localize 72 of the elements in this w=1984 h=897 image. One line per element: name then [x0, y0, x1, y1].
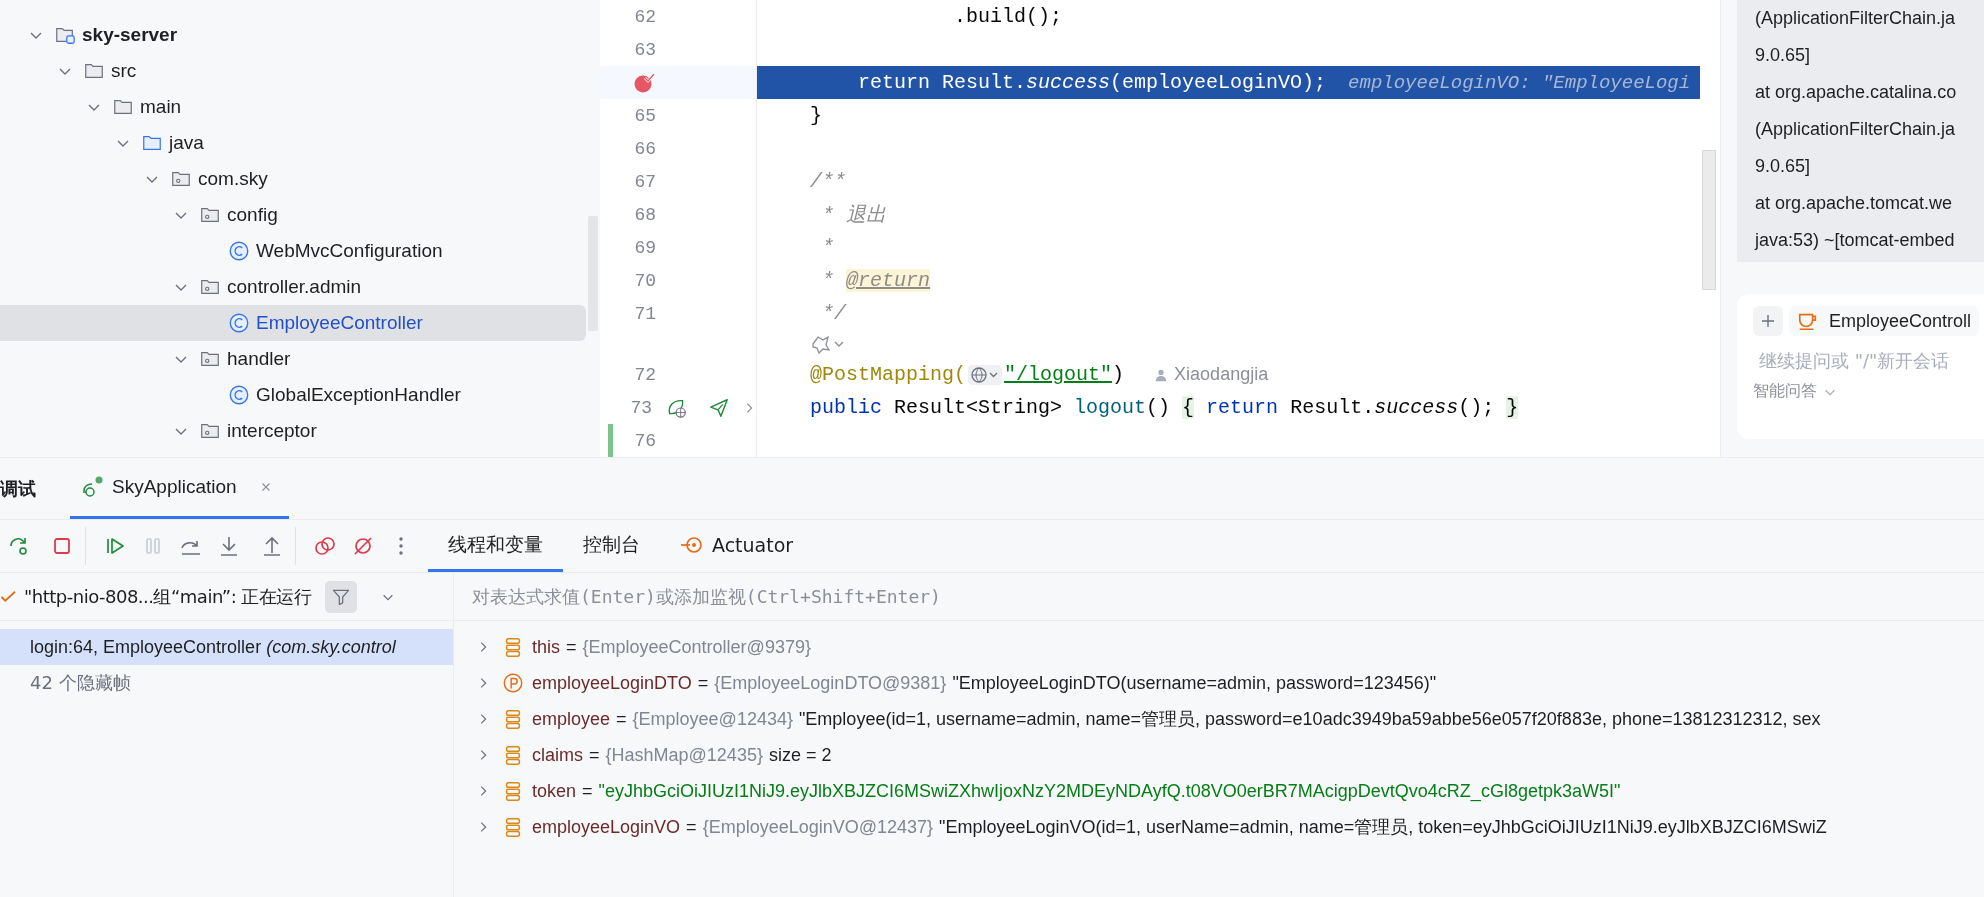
variable-entry[interactable]: claims = {HashMap@12435} size = 2	[532, 744, 832, 766]
variable-entry[interactable]: employee = {Employee@12434} "Employee(id=1, username=admin, name=管理员, password=e10adc3949ba59abbe56e057f20f883e, phone=13812312312, sex	[532, 707, 1821, 731]
line-number: 71	[634, 303, 656, 324]
variable-entry[interactable]: this = {EmployeeController@9379}	[532, 636, 817, 658]
class-icon	[228, 312, 250, 334]
url-inlay-icon[interactable]	[968, 363, 1003, 386]
console-line: (ApplicationFilterChain.ja	[1755, 7, 1957, 30]
line-number: 69	[634, 237, 656, 258]
line-number: 62	[634, 6, 656, 27]
tree-item[interactable]: WebMvcConfiguration	[0, 233, 586, 269]
tree-item[interactable]: handler	[0, 341, 586, 377]
class-icon	[228, 384, 250, 406]
console-line: at org.apache.tomcat.we	[1755, 192, 1954, 215]
thread-selector[interactable]: "http-nio-808...组“main”: 正在运行	[24, 584, 312, 609]
tree-item[interactable]: controller.admin	[0, 269, 586, 305]
line-number: 70	[634, 270, 656, 291]
view-tab[interactable]: Actuator	[660, 520, 814, 572]
person-icon	[1154, 367, 1169, 382]
variable-entry[interactable]: employeeLoginVO = {EmployeeLoginVO@12437} "EmployeeLoginVO(id=1, userName=admin, name=管理员, token=eyJhbGciOiJIUzI1NiJ9.eyJlbXBJZCI6MSwiZ	[532, 815, 1827, 839]
question-input-field[interactable]: 继续提问或 "/"新开会话	[1753, 350, 1984, 371]
code-line: return Result.success(employeeLoginVO);	[857, 71, 1327, 94]
tree-item[interactable]: config	[0, 197, 586, 233]
more-icon	[399, 537, 403, 555]
tree-item[interactable]: src	[0, 53, 586, 89]
tree-item[interactable]: interceptor	[0, 413, 586, 449]
line-number: 68	[634, 204, 656, 225]
code-line: "/logout")	[1004, 363, 1125, 386]
class-icon	[228, 240, 250, 262]
app-run-icon	[80, 475, 104, 499]
line-number: 63	[634, 39, 656, 60]
code-line: public Result<String> logout() { return Result.success(); }	[809, 396, 1519, 419]
code-line: *	[821, 236, 834, 259]
code-line: }	[809, 104, 822, 127]
code-line: @PostMapping(	[809, 363, 967, 386]
run-config-tab[interactable]: SkyApplication	[70, 458, 289, 519]
console-line: 9.0.65]	[1755, 44, 1812, 67]
console-line: 9.0.65]	[1755, 155, 1812, 178]
line-number: 67	[634, 171, 656, 192]
context-chip[interactable]: EmployeeControll	[1789, 306, 1980, 336]
line-number: 76	[634, 430, 656, 451]
view-breakpoints-icon	[313, 534, 337, 558]
code-line: .build();	[953, 5, 1063, 28]
view-tab[interactable]: 控制台	[563, 520, 660, 572]
inline-value-hint: employeeLoginVO: "EmployeeLogi	[1348, 71, 1691, 94]
plus-icon	[1760, 313, 1776, 329]
line-number: 73	[630, 397, 652, 418]
parameter-icon	[502, 672, 524, 694]
code-line: * 退出	[821, 203, 886, 228]
scrollbar-thumb[interactable]	[1702, 150, 1716, 290]
tree-item[interactable]: sky-server	[0, 17, 586, 53]
code-line: */	[821, 302, 846, 325]
line-number: 65	[634, 105, 656, 126]
line-number: 72	[634, 364, 656, 385]
send-request-icon[interactable]	[708, 396, 730, 419]
variable-entry[interactable]: token = "eyJhbGciOiJIUzI1NiJ9.eyJlbXBJZCI6MSwiZXhwIjoxNzY2MDEyNDAyfQ.t08VO0erBR7MAcigpDevtQvo4cRZ_cGl8getpk3aW5I"	[532, 780, 1621, 802]
hidden-frames-label[interactable]: 42 个隐藏帧	[0, 665, 453, 701]
filter-button[interactable]	[325, 580, 358, 613]
console-line: (ApplicationFilterChain.ja	[1755, 118, 1957, 141]
change-marker[interactable]	[608, 424, 613, 457]
code-line: /**	[809, 170, 846, 193]
line-number: 66	[634, 138, 656, 159]
tree-item[interactable]: GlobalExceptionHandler	[0, 377, 586, 413]
tree-item[interactable]: EmployeeController	[0, 305, 586, 341]
stack-frame[interactable]: login:64, EmployeeController (com.sky.control	[0, 629, 453, 665]
variable-entry[interactable]: employeeLoginDTO = {EmployeeLoginDTO@9381} "EmployeeLoginDTO(username=admin, password=123456)"	[532, 672, 1437, 694]
tree-item[interactable]: java	[0, 125, 586, 161]
console-line: at org.apache.catalina.co	[1755, 81, 1958, 104]
console-line: java:53) ~[tomcat-embed	[1755, 229, 1956, 252]
add-context-button[interactable]	[1753, 306, 1783, 336]
tree-item[interactable]: main	[0, 89, 586, 125]
panel-title: 调试	[0, 476, 37, 501]
tree-item[interactable]: com.sky	[0, 161, 586, 197]
